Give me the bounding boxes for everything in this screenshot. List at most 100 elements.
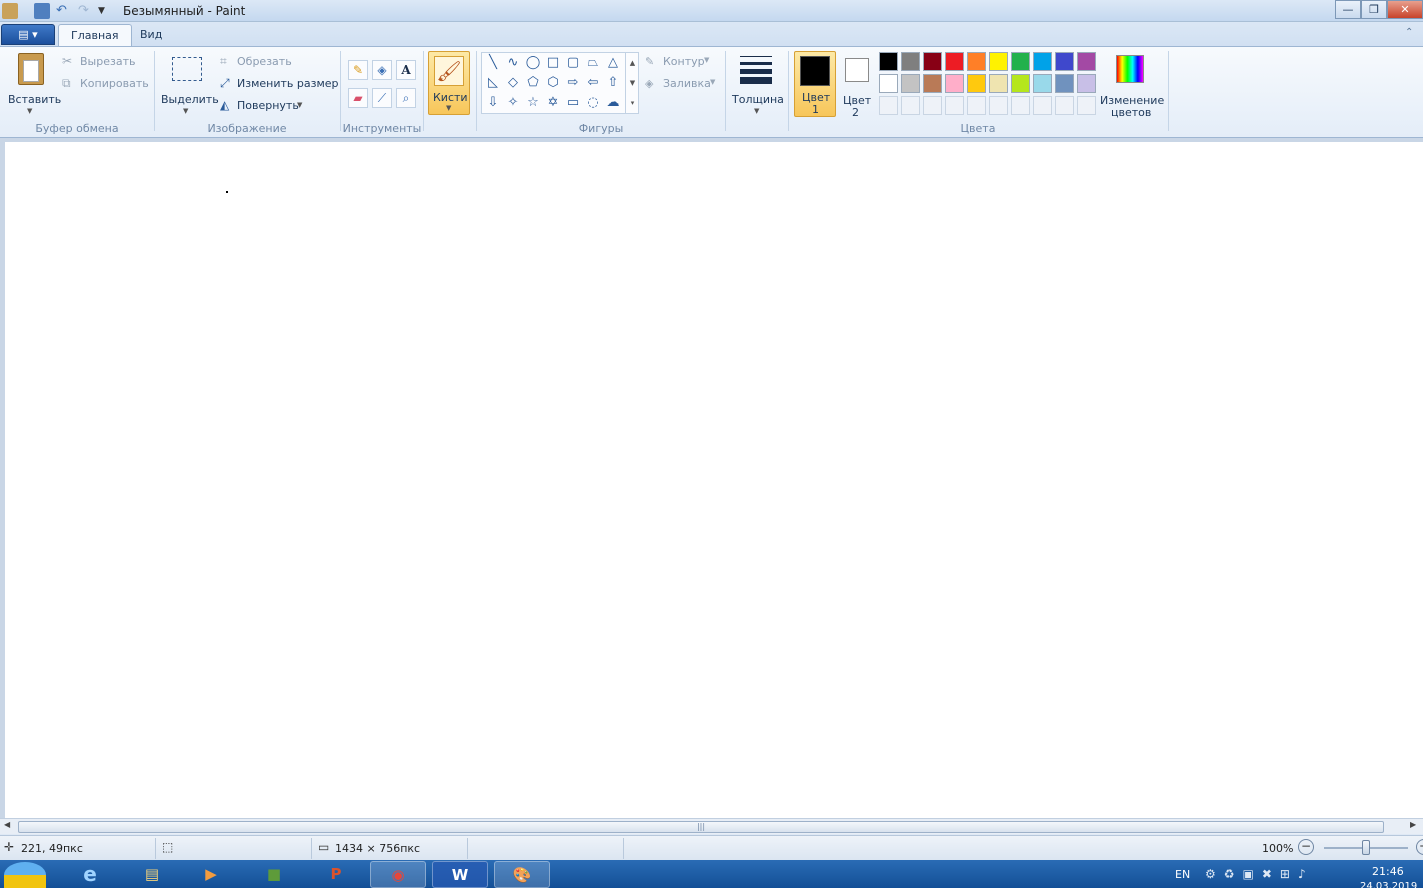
palette-empty-slot[interactable] <box>923 96 942 115</box>
file-explorer-icon[interactable]: ▤ <box>124 861 180 888</box>
line-shape-icon[interactable]: ╲ <box>484 54 502 72</box>
clock-date[interactable]: 24.03.2019 <box>1360 881 1417 888</box>
polygon-shape-icon[interactable]: ⏢ <box>584 54 602 72</box>
zoom-slider-thumb[interactable] <box>1362 840 1370 855</box>
down-arrow-shape-icon[interactable]: ⇩ <box>484 94 502 112</box>
scroll-right-icon[interactable]: ▶ <box>1410 820 1416 829</box>
outline-button[interactable]: Контур <box>663 55 705 68</box>
pencil-icon[interactable]: ✎ <box>348 60 368 80</box>
four-point-star-shape-icon[interactable]: ✧ <box>504 94 522 112</box>
minimize-ribbon-icon[interactable]: ⌃ <box>1405 27 1413 38</box>
rotate-dropdown-icon[interactable]: ▼ <box>297 101 302 109</box>
edit-colors-button[interactable]: Изменение цветов <box>1100 51 1164 119</box>
rectangle-shape-icon[interactable]: □ <box>544 54 562 72</box>
redo-icon[interactable]: ↷ <box>78 3 94 19</box>
zoom-out-button[interactable]: − <box>1298 839 1314 855</box>
oval-callout-shape-icon[interactable]: ◌ <box>584 94 602 112</box>
save-icon[interactable] <box>34 3 50 19</box>
word-icon[interactable]: W <box>432 861 488 888</box>
crop-button[interactable]: Обрезать <box>237 55 292 68</box>
palette-swatch[interactable] <box>879 74 898 93</box>
copy-button[interactable]: Копировать <box>80 77 149 90</box>
close-button[interactable]: ✕ <box>1387 0 1423 19</box>
brushes-button[interactable]: 🖌 Кисти ▼ <box>428 51 470 115</box>
palette-empty-slot[interactable] <box>1077 96 1096 115</box>
left-arrow-shape-icon[interactable]: ⇦ <box>584 74 602 92</box>
language-indicator[interactable]: EN <box>1175 868 1190 881</box>
select-button[interactable]: Выделить ▼ <box>160 51 219 117</box>
tray-icons[interactable]: ⚙♻▣✖⊞♪ <box>1205 867 1314 881</box>
minimize-button[interactable]: — <box>1335 0 1361 19</box>
rotate-button[interactable]: Повернуть <box>237 99 299 112</box>
color-picker-icon[interactable]: ⟋ <box>372 88 392 108</box>
palette-swatch[interactable] <box>923 74 942 93</box>
up-arrow-shape-icon[interactable]: ⇧ <box>604 74 622 92</box>
palette-empty-slot[interactable] <box>1011 96 1030 115</box>
paste-button[interactable]: Вставить ▼ <box>6 51 61 117</box>
palette-swatch[interactable] <box>945 52 964 71</box>
tab-home[interactable]: Главная <box>58 24 132 46</box>
minecraft-icon[interactable]: ■ <box>246 861 302 888</box>
palette-swatch[interactable] <box>1077 52 1096 71</box>
palette-empty-slot[interactable] <box>1055 96 1074 115</box>
magnifier-icon[interactable]: ⌕ <box>396 88 416 108</box>
paint-app-icon[interactable] <box>2 3 18 19</box>
internet-explorer-icon[interactable]: e <box>62 861 118 888</box>
diamond-shape-icon[interactable]: ◇ <box>504 74 522 92</box>
zoom-in-button[interactable]: + <box>1416 839 1423 855</box>
palette-swatch[interactable] <box>901 52 920 71</box>
palette-swatch[interactable] <box>1077 74 1096 93</box>
oval-shape-icon[interactable]: ◯ <box>524 54 542 72</box>
customize-quick-access-icon[interactable]: ▼ <box>98 3 114 19</box>
eraser-icon[interactable]: ▰ <box>348 88 368 108</box>
palette-empty-slot[interactable] <box>901 96 920 115</box>
undo-icon[interactable]: ↶ <box>56 3 72 19</box>
tab-view[interactable]: Вид <box>128 24 174 46</box>
maximize-button[interactable]: ❐ <box>1361 0 1387 19</box>
palette-swatch[interactable] <box>989 74 1008 93</box>
palette-empty-slot[interactable] <box>989 96 1008 115</box>
triangle-shape-icon[interactable]: △ <box>604 54 622 72</box>
paint-taskbar-icon[interactable]: 🎨 <box>494 861 550 888</box>
fill-button[interactable]: Заливка <box>663 77 711 90</box>
fill-bucket-icon[interactable]: ◈ <box>372 60 392 80</box>
horizontal-scrollbar[interactable]: ◀ ||| ▶ <box>0 818 1423 834</box>
cut-button[interactable]: Вырезать <box>80 55 135 68</box>
curve-shape-icon[interactable]: ∿ <box>504 54 522 72</box>
powerpoint-icon[interactable]: P <box>308 861 364 888</box>
palette-empty-slot[interactable] <box>945 96 964 115</box>
palette-swatch[interactable] <box>1033 52 1052 71</box>
palette-swatch[interactable] <box>1055 74 1074 93</box>
chrome-icon[interactable]: ◉ <box>370 861 426 888</box>
palette-swatch[interactable] <box>879 52 898 71</box>
palette-empty-slot[interactable] <box>967 96 986 115</box>
palette-swatch[interactable] <box>923 52 942 71</box>
palette-swatch[interactable] <box>1033 74 1052 93</box>
paint-menu-button[interactable]: ▤ ▾ <box>1 24 55 45</box>
color1-button[interactable]: Цвет 1 <box>794 51 836 117</box>
scroll-left-icon[interactable]: ◀ <box>4 820 10 829</box>
palette-swatch[interactable] <box>967 74 986 93</box>
palette-swatch[interactable] <box>945 74 964 93</box>
five-point-star-shape-icon[interactable]: ☆ <box>524 94 542 112</box>
resize-button[interactable]: Изменить размер <box>237 77 339 90</box>
media-player-icon[interactable]: ▶ <box>183 861 239 888</box>
color2-button[interactable]: Цвет 2 <box>838 51 876 119</box>
clock-time[interactable]: 21:46 <box>1372 865 1404 878</box>
cloud-callout-shape-icon[interactable]: ☁ <box>604 94 622 112</box>
palette-swatch[interactable] <box>1055 52 1074 71</box>
palette-swatch[interactable] <box>1011 74 1030 93</box>
palette-swatch[interactable] <box>1011 52 1030 71</box>
rounded-rectangle-shape-icon[interactable]: ▢ <box>564 54 582 72</box>
palette-swatch[interactable] <box>967 52 986 71</box>
start-button[interactable] <box>4 862 46 888</box>
drawing-canvas[interactable] <box>5 142 1423 818</box>
shapes-scroll[interactable]: ▲ ▼ ▾ <box>625 53 639 113</box>
right-triangle-shape-icon[interactable]: ◺ <box>484 74 502 92</box>
hexagon-shape-icon[interactable]: ⬡ <box>544 74 562 92</box>
palette-swatch[interactable] <box>989 52 1008 71</box>
rectangular-callout-shape-icon[interactable]: ▭ <box>564 94 582 112</box>
palette-empty-slot[interactable] <box>879 96 898 115</box>
text-tool-icon[interactable]: A <box>396 60 416 80</box>
six-point-star-shape-icon[interactable]: ✡ <box>544 94 562 112</box>
